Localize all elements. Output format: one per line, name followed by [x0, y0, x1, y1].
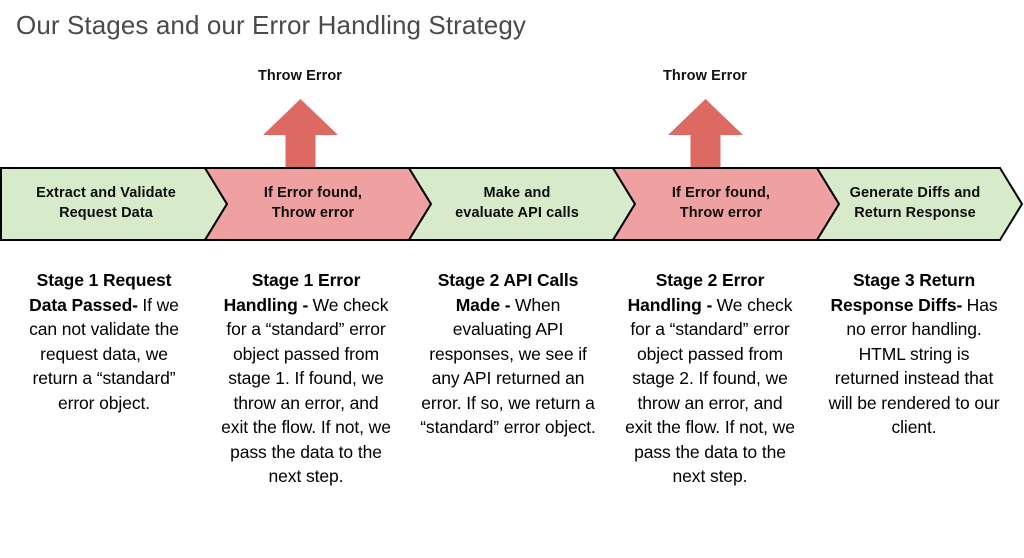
stage-column-3-body: When evaluating API responses, we see if… — [420, 294, 596, 438]
up-arrow-icon — [668, 99, 743, 171]
stage-column-4: Stage 2 Error Handling - We check for a … — [622, 268, 798, 489]
chevron-label-3: Make and evaluate API calls — [417, 183, 617, 223]
chevron-label-5-line2: Return Response — [854, 205, 976, 221]
diagram-canvas: Our Stages and our Error Handling Strate… — [0, 0, 1024, 558]
throw-error-group-1: Throw Error — [200, 0, 400, 171]
stage-column-5-body: Has no error handling. HTML string is re… — [828, 294, 1000, 438]
throw-error-group-2: Throw Error — [605, 0, 805, 171]
stage-column-4-body: We check for a “standard” error object p… — [625, 294, 795, 487]
chevron-label-3-line1: Make and — [483, 185, 551, 201]
stage-column-2-body: We check for a “standard” error object p… — [221, 294, 391, 487]
stage-column-5-heading: Stage 3 Return Response Diffs- — [830, 270, 976, 315]
chevron-label-2: If Error found, Throw error — [213, 183, 413, 223]
chevron-label-4: If Error found, Throw error — [621, 183, 821, 223]
chevron-label-4-line1: If Error found, — [671, 185, 771, 201]
chevron-label-4-line2: Throw error — [679, 205, 763, 221]
process-chevron-band: Extract and Validate Request Data If Err… — [0, 167, 1024, 241]
chevron-label-5: Generate Diffs and Return Response — [820, 183, 1010, 223]
stage-column-5: Stage 3 Return Response Diffs- Has no er… — [826, 268, 1002, 440]
chevron-label-2-line2: Throw error — [271, 205, 355, 221]
up-arrow-icon — [263, 99, 338, 171]
stage-column-1: Stage 1 Request Data Passed- If we can n… — [16, 268, 192, 415]
chevron-label-5-line1: Generate Diffs and — [849, 185, 981, 201]
stage-column-2: Stage 1 Error Handling - We check for a … — [218, 268, 394, 489]
chevron-label-1-line1: Extract and Validate — [36, 185, 176, 201]
chevron-label-3-line2: evaluate API calls — [455, 205, 579, 221]
throw-error-label-1: Throw Error — [257, 68, 343, 84]
stage-column-3: Stage 2 API Calls Made - When evaluating… — [420, 268, 596, 440]
chevron-label-1-line2: Request Data — [59, 205, 153, 221]
chevron-label-2-line1: If Error found, — [263, 185, 363, 201]
chevron-label-1: Extract and Validate Request Data — [6, 183, 206, 223]
throw-error-label-2: Throw Error — [662, 68, 748, 84]
